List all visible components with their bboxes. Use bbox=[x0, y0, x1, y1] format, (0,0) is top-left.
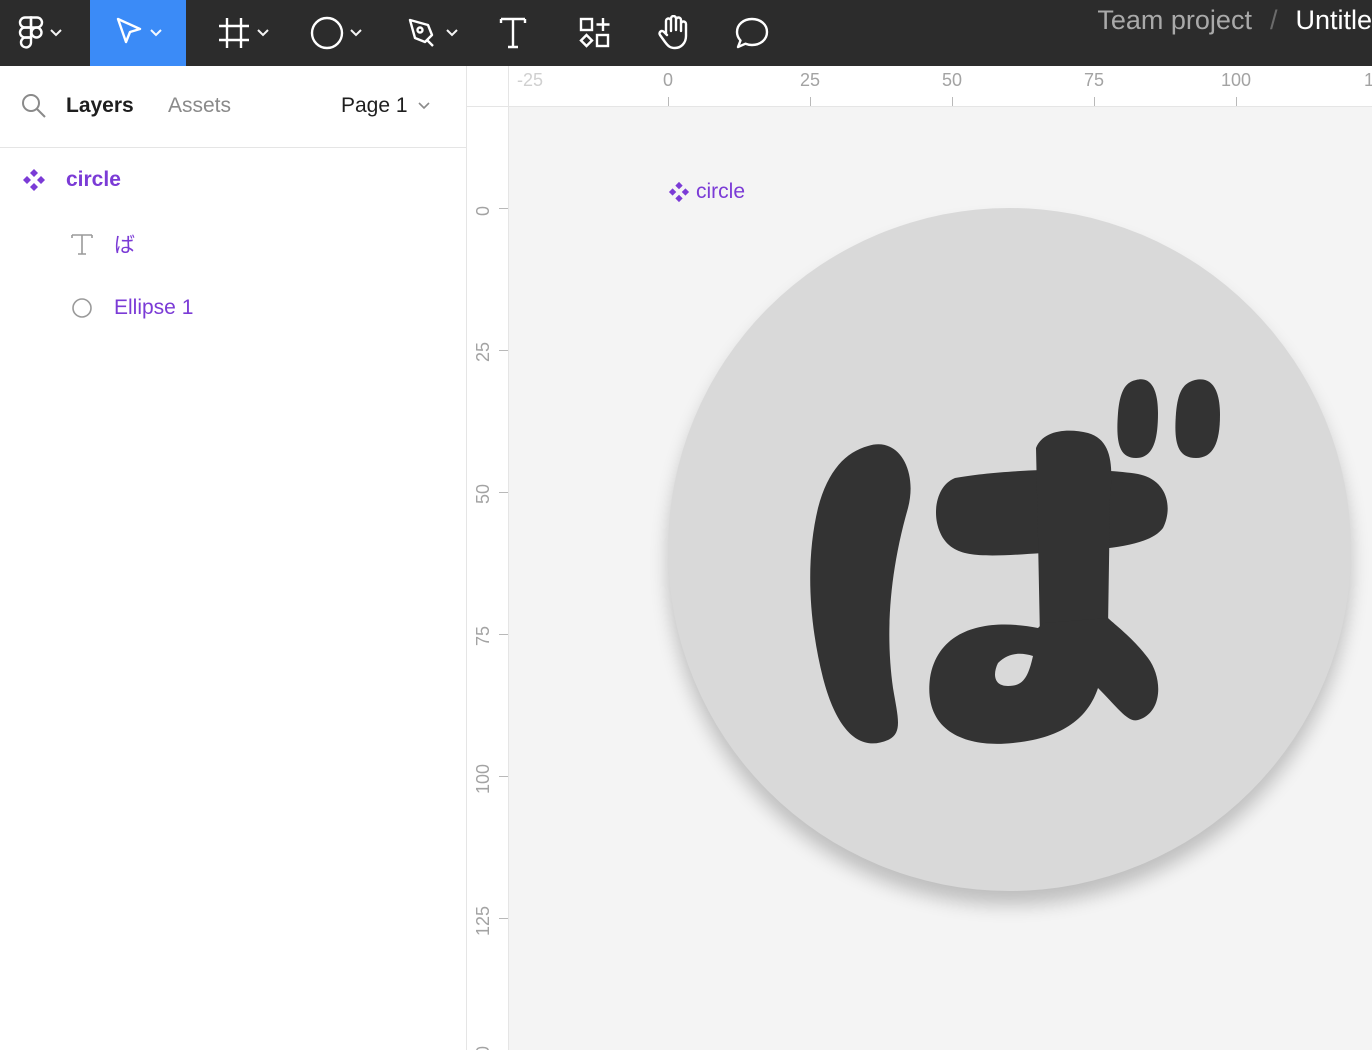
text-tool-button[interactable] bbox=[490, 0, 536, 66]
ruler-label: 25 bbox=[799, 70, 821, 90]
text-icon bbox=[499, 17, 527, 49]
shape-tool-button[interactable] bbox=[298, 0, 374, 66]
ruler-label: 25 bbox=[473, 341, 493, 362]
ruler-label: 100 bbox=[1220, 70, 1252, 90]
ruler-label: 125 bbox=[473, 905, 493, 936]
component-icon bbox=[23, 169, 45, 191]
ruler-tick bbox=[810, 97, 811, 106]
frame-icon bbox=[219, 18, 249, 48]
layers-panel: Layers Assets Page 1 circle ば Ellipse 1 bbox=[0, 66, 467, 1050]
comment-icon bbox=[735, 17, 769, 49]
breadcrumb-separator: / bbox=[1269, 4, 1278, 35]
hand-icon bbox=[658, 15, 688, 50]
tab-assets[interactable]: Assets bbox=[168, 92, 231, 120]
pen-tool-button[interactable] bbox=[394, 0, 470, 66]
main-menu-button[interactable] bbox=[0, 0, 80, 66]
move-tool-button[interactable] bbox=[90, 0, 186, 66]
layer-row-ellipse[interactable]: Ellipse 1 bbox=[0, 280, 466, 336]
layer-name: ば bbox=[114, 234, 135, 257]
search-button[interactable] bbox=[20, 92, 48, 120]
ruler-tick bbox=[499, 492, 508, 493]
ruler-tick bbox=[499, 208, 508, 209]
search-icon bbox=[22, 94, 46, 118]
ruler-label: 75 bbox=[1083, 70, 1105, 90]
layer-row-text[interactable]: ば bbox=[0, 216, 466, 272]
chevron-down-icon bbox=[350, 29, 362, 37]
breadcrumb: Team project / Untitle bbox=[1097, 0, 1372, 40]
tab-layers[interactable]: Layers bbox=[66, 92, 134, 120]
component-icon bbox=[668, 181, 690, 203]
ellipse-icon bbox=[310, 16, 344, 50]
circle-component[interactable] bbox=[668, 208, 1351, 891]
ruler-corner bbox=[467, 66, 509, 107]
breadcrumb-team[interactable]: Team project bbox=[1097, 5, 1252, 36]
page-selector[interactable]: Page 1 bbox=[341, 92, 430, 120]
layer-row-circle[interactable]: circle bbox=[0, 152, 466, 208]
ruler-label: 0 bbox=[662, 70, 674, 90]
horizontal-ruler: -25 0 25 50 75 100 1 bbox=[467, 66, 1372, 107]
component-frame-label[interactable]: circle bbox=[668, 180, 745, 204]
hand-tool-button[interactable] bbox=[648, 0, 698, 66]
canvas[interactable]: -25 0 25 50 75 100 1 0 25 50 75 100 125 … bbox=[467, 66, 1372, 1050]
ruler-label: 0 bbox=[473, 1046, 494, 1050]
text-layer-icon bbox=[71, 234, 93, 255]
glyph-ba[interactable] bbox=[668, 208, 1351, 891]
panel-tabs: Layers Assets Page 1 bbox=[0, 66, 466, 148]
frame-tool-button[interactable] bbox=[205, 0, 281, 66]
ruler-label: 100 bbox=[473, 763, 493, 794]
vertical-ruler: 0 25 50 75 100 125 0 bbox=[467, 66, 509, 1050]
ruler-tick bbox=[499, 776, 508, 777]
resources-icon bbox=[579, 17, 610, 48]
frame-label-text: circle bbox=[696, 180, 746, 203]
layer-name: Ellipse 1 bbox=[114, 296, 194, 319]
pen-icon bbox=[408, 18, 434, 47]
ruler-tick bbox=[499, 350, 508, 351]
breadcrumb-file-name[interactable]: Untitle bbox=[1295, 5, 1372, 36]
ruler-label: 50 bbox=[941, 70, 963, 90]
chevron-down-icon bbox=[417, 102, 430, 110]
chevron-down-icon bbox=[446, 29, 458, 37]
ruler-tick bbox=[1094, 97, 1095, 106]
ruler-label: -25 bbox=[516, 70, 544, 90]
ruler-label: 1 bbox=[1363, 70, 1372, 90]
ruler-tick bbox=[1236, 97, 1237, 106]
cursor-icon bbox=[116, 17, 142, 44]
page-selector-label: Page 1 bbox=[341, 94, 408, 117]
chevron-down-icon bbox=[257, 29, 269, 37]
resources-tool-button[interactable] bbox=[570, 0, 620, 66]
ruler-label: 50 bbox=[473, 483, 493, 504]
figma-logo-icon bbox=[18, 16, 44, 49]
toolbar: Team project / Untitle bbox=[0, 0, 1372, 66]
layer-name: circle bbox=[66, 168, 121, 191]
ruler-tick bbox=[499, 918, 508, 919]
chevron-down-icon bbox=[50, 29, 62, 37]
ruler-tick bbox=[668, 97, 669, 106]
ruler-label: 0 bbox=[473, 205, 493, 216]
chevron-down-icon bbox=[150, 29, 162, 37]
comment-tool-button[interactable] bbox=[727, 0, 777, 66]
ruler-tick bbox=[499, 634, 508, 635]
ellipse-layer-icon bbox=[72, 298, 92, 318]
ruler-label: 75 bbox=[473, 625, 493, 646]
ruler-tick bbox=[952, 97, 953, 106]
